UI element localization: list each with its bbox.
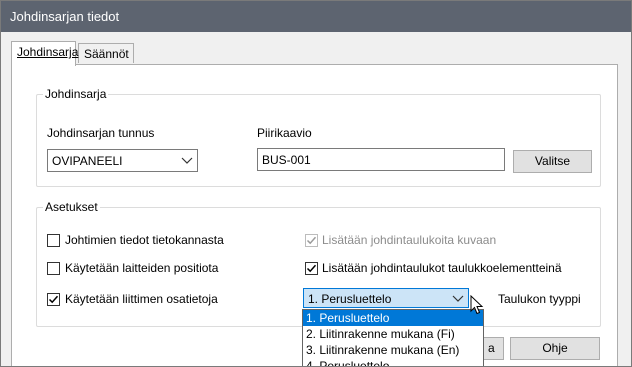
tunnus-label: Johdinsarjan tunnus [47,126,155,140]
piirikaavio-value: BUS-001 [262,153,311,167]
valitse-button[interactable]: Valitse [513,150,592,173]
positiot-checkbox[interactable] [47,262,60,275]
kuvaan-label: Lisätään johdintaulukoita kuvaan [322,233,497,247]
window-title: Johdinsarjan tiedot [10,9,120,24]
osatiedot-checkbox[interactable] [47,293,60,306]
taulukkoelementit-checkbox[interactable] [305,262,318,275]
taulukon-tyyppi-value: 1. Perusluettelo [308,292,392,306]
piirikaavio-label: Piirikaavio [257,126,312,140]
mouse-cursor-icon [470,294,484,318]
dialog-window: Johdinsarjan tiedot Johdinsarja Säännöt … [0,0,632,367]
taulukon-tyyppi-combobox[interactable]: 1. Perusluettelo [303,288,469,308]
dropdown-option[interactable]: 3. Liitinrakenne mukana (En) [303,342,483,358]
taulukkoelementit-label: Lisätään johdintaulukot taulukkoelementt… [322,261,562,275]
checkmark-icon [306,264,317,273]
tietokanta-checkbox[interactable] [47,234,60,247]
taulukon-tyyppi-label: Taulukon tyyppi [498,292,581,306]
taulukon-tyyppi-dropdown-list: 1. Perusluettelo 2. Liitinrakenne mukana… [302,309,484,366]
title-bar: Johdinsarjan tiedot [1,1,631,32]
group-legend: Johdinsarja [43,87,109,101]
checkmark-icon [306,236,317,245]
tab-label: Säännöt [84,47,129,61]
tunnus-value: OVIPANEELI [52,154,123,168]
tietokanta-label: Johtimien tiedot tietokannasta [65,233,224,247]
tab-johdinsarja[interactable]: Johdinsarja [11,41,79,66]
tunnus-combobox[interactable]: OVIPANEELI [47,149,198,172]
johdinsarja-group: Johdinsarja Johdinsarjan tunnus OVIPANEE… [36,87,601,187]
dropdown-option[interactable]: 1. Perusluettelo [303,310,483,326]
ok-button-label: a [488,341,495,355]
kuvaan-checkbox [305,234,318,247]
piirikaavio-field[interactable]: BUS-001 [257,148,505,171]
chevron-down-icon [452,291,464,305]
dropdown-option[interactable]: 2. Liitinrakenne mukana (Fi) [303,326,483,342]
tab-saannot[interactable]: Säännöt [78,43,134,63]
tab-label: Johdinsarja [17,45,79,59]
osatiedot-label: Käytetään liittimen osatietoja [65,292,218,306]
ohje-button[interactable]: Ohje [510,337,600,360]
chevron-down-icon [181,153,193,167]
positiot-label: Käytetään laitteiden positiota [65,261,219,275]
checkmark-icon [48,295,59,304]
dropdown-option[interactable]: 4. Perusluettelo [303,358,483,366]
group-legend: Asetukset [43,200,100,214]
